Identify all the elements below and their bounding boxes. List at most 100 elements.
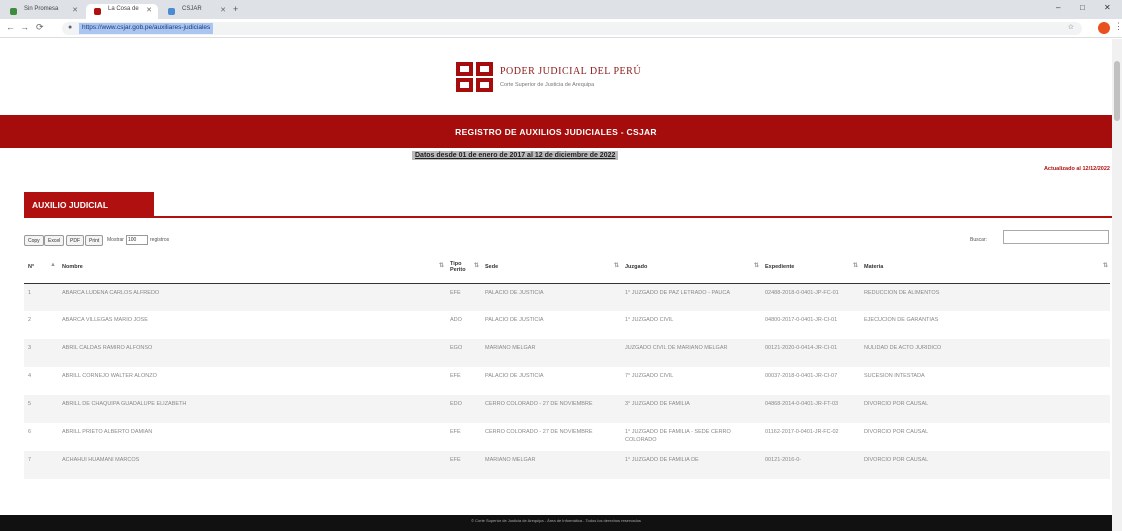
table-row[interactable]: 3 ABRIL CALDAS RAMIRO ALFONSO EGO MARIANO M…: [24, 339, 1110, 367]
search-input[interactable]: [1003, 230, 1109, 244]
column-header-label: Sede: [485, 263, 499, 270]
table-header-row: N° ▲ Nombre ⇅ Tipo Perito ⇅ Sede ⇅ Juzgado ⇅ …: [24, 251, 1110, 284]
cell-expediente: 04800-2017-0-0401-JR-CI-01: [761, 311, 860, 339]
menu-icon[interactable]: ⋮: [1114, 21, 1122, 32]
scrollbar[interactable]: [1112, 39, 1122, 531]
auxiliary-table: N° ▲ Nombre ⇅ Tipo Perito ⇅ Sede ⇅ Juzgado ⇅ …: [24, 251, 1110, 479]
cell-juzgado: 1° JUZGADO DE FAMILIA DE: [621, 451, 761, 479]
cell-materia: DIVORCIO POR CAUSAL: [860, 451, 1110, 479]
cell-materia: DIVORCIO POR CAUSAL: [860, 395, 1110, 423]
forward-icon[interactable]: →: [20, 22, 29, 32]
table-row[interactable]: 7 ACHAHUI HUAMANI MARCOS EFE MARIANO MELGAR…: [24, 451, 1110, 479]
minimize-icon[interactable]: –: [1056, 3, 1060, 12]
sort-icon: ⇅: [852, 263, 858, 269]
column-header-expediente[interactable]: Expediente ⇅: [761, 251, 860, 284]
table-row[interactable]: 4 ABRILL CORNEJO WALTER ALONZO EFE PALACIO …: [24, 367, 1110, 395]
address-bar: ← → ⟳ ● https://www.csjar.gob.pe/auxilia…: [0, 19, 1122, 38]
browser-tab-bar: Sin Promesa ✕ La Cosa de ✕ CSJAR ✕ + – □…: [0, 0, 1122, 19]
page-title: REGISTRO DE AUXILIOS JUDICIALES - CSJAR: [455, 127, 657, 137]
cell-juzgado: 1° JUZGADO DE PAZ LETRADO - PAUCA: [621, 283, 761, 311]
column-header-label: N°: [28, 263, 35, 270]
scroll-thumb[interactable]: [1114, 61, 1120, 121]
cell-name: ABARCA VILLEGAS MARIO JOSE: [58, 311, 446, 339]
cell-type: EFE: [446, 283, 481, 311]
maximize-icon[interactable]: □: [1080, 3, 1085, 12]
cell-number: 7: [24, 451, 58, 479]
table-row[interactable]: 2 ABARCA VILLEGAS MARIO JOSE ADO PALACIO DE…: [24, 311, 1110, 339]
cell-expediente: 04868-2014-0-0401-JR-FT-03: [761, 395, 860, 423]
tab-title: La Cosa de: [108, 6, 139, 12]
browser-tab[interactable]: Sin Promesa ✕: [2, 4, 84, 19]
cell-expediente: 00121-2016-0-: [761, 451, 860, 479]
close-icon[interactable]: ✕: [146, 6, 152, 14]
page-length-select[interactable]: 100: [126, 235, 148, 245]
table-row[interactable]: 1 ABARCA LUDENA CARLOS ALFREDO EFE PALACIO …: [24, 283, 1110, 311]
sort-icon: ⇅: [613, 263, 619, 269]
cell-name: ABRIL CALDAS RAMIRO ALFONSO: [58, 339, 446, 367]
pdf-button[interactable]: PDF: [66, 235, 84, 246]
column-header-juzgado[interactable]: Juzgado ⇅: [621, 251, 761, 284]
bookmark-star-icon[interactable]: ☆: [1068, 23, 1074, 31]
browser-tab-active[interactable]: La Cosa de ✕: [86, 4, 158, 19]
tab-favicon-icon: [10, 8, 17, 15]
back-icon[interactable]: ←: [6, 22, 15, 32]
cell-name: ABARCA LUDENA CARLOS ALFREDO: [58, 283, 446, 311]
table-row[interactable]: 5 ABRILL DE CHAQUIPA GUADALUPE ELIZABETH E…: [24, 395, 1110, 423]
cell-expediente: 00037-2018-0-0401-JR-CI-07: [761, 367, 860, 395]
cell-number: 4: [24, 367, 58, 395]
cell-name: ACHAHUI HUAMANI MARCOS: [58, 451, 446, 479]
cell-name: ABRILL CORNEJO WALTER ALONZO: [58, 367, 446, 395]
column-header-number[interactable]: N° ▲: [24, 251, 58, 284]
poder-judicial-logo-icon: [456, 62, 493, 92]
url-text[interactable]: https://www.csjar.gob.pe/auxiliares-judi…: [79, 23, 214, 34]
cell-number: 5: [24, 395, 58, 423]
cell-sede: PALACIO DE JUSTICIA: [481, 367, 621, 395]
cell-materia: NULIDAD DE ACTO JURIDICO: [860, 339, 1110, 367]
cell-juzgado: JUZGADO CIVIL DE MARIANO MELGAR: [621, 339, 761, 367]
column-header-sede[interactable]: Sede ⇅: [481, 251, 621, 284]
new-tab-icon[interactable]: +: [233, 4, 238, 14]
cell-number: 1: [24, 283, 58, 311]
sort-icon: ⇅: [438, 263, 444, 269]
cell-expediente: 02488-2018-0-0401-JP-FC-01: [761, 283, 860, 311]
cell-expediente: 01162-2017-0-0401-JR-FC-02: [761, 423, 860, 451]
cell-sede: CERRO COLORADO - 27 DE NOVIEMBRE: [481, 423, 621, 451]
cell-type: ADO: [446, 311, 481, 339]
column-header-label: Expediente: [765, 263, 795, 270]
cell-sede: MARIANO MELGAR: [481, 339, 621, 367]
date-range-text: Datos desde 01 de enero de 2017 al 12 de…: [412, 151, 619, 160]
tab-favicon-icon: [94, 8, 101, 15]
tab-title: Sin Promesa: [24, 6, 59, 12]
cell-materia: DIVORCIO POR CAUSAL: [860, 423, 1110, 451]
close-icon[interactable]: ✕: [72, 6, 78, 14]
cell-sede: CERRO COLORADO - 27 DE NOVIEMBRE: [481, 395, 621, 423]
copy-button[interactable]: Copy: [24, 235, 44, 246]
cell-name: ABRILL DE CHAQUIPA GUADALUPE ELIZABETH: [58, 395, 446, 423]
tab-title: CSJAR: [182, 6, 202, 12]
search-label: Buscar:: [970, 237, 987, 243]
column-header-materia[interactable]: Materia ⇅: [860, 251, 1110, 284]
close-window-icon[interactable]: ✕: [1104, 3, 1111, 12]
column-header-type[interactable]: Tipo Perito ⇅: [446, 251, 481, 284]
cell-expediente: 00121-2020-0-0414-JR-CI-01: [761, 339, 860, 367]
excel-button[interactable]: Excel: [44, 235, 65, 246]
page-footer: © Corte Superior de Justicia de Arequipa…: [0, 515, 1112, 531]
close-icon[interactable]: ✕: [220, 6, 226, 14]
cell-type: EGO: [446, 339, 481, 367]
url-input[interactable]: ● https://www.csjar.gob.pe/auxiliares-ju…: [62, 22, 1082, 35]
page-banner: REGISTRO DE AUXILIOS JUDICIALES - CSJAR: [0, 115, 1112, 148]
table-row[interactable]: 6 ABRILL PRIETO ALBERTO DAMIAN EFE CERRO CO…: [24, 423, 1110, 451]
cell-sede: MARIANO MELGAR: [481, 451, 621, 479]
column-header-name[interactable]: Nombre ⇅: [58, 251, 446, 284]
print-button[interactable]: Print: [85, 235, 104, 246]
updated-date: Actualizado al 12/12/2022: [1043, 166, 1110, 172]
cell-juzgado: 1° JUZGADO CIVIL: [621, 311, 761, 339]
cell-number: 2: [24, 311, 58, 339]
sort-icon: ⇅: [1102, 263, 1108, 269]
browser-tab[interactable]: CSJAR ✕: [160, 4, 232, 19]
sort-asc-icon: ▲: [50, 262, 56, 268]
cell-type: EFE: [446, 451, 481, 479]
reload-icon[interactable]: ⟳: [36, 22, 44, 33]
org-title: PODER JUDICIAL DEL PERÚ: [500, 66, 642, 77]
avatar[interactable]: [1098, 22, 1110, 34]
